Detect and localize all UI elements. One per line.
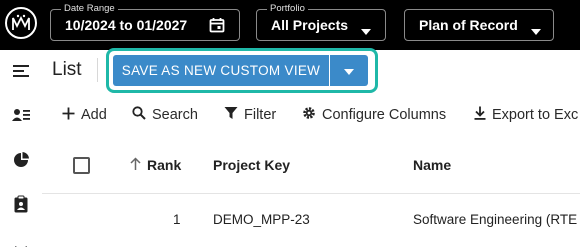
sort-arrow-icon bbox=[130, 157, 141, 173]
cell-rank: 1 bbox=[173, 212, 181, 227]
table-header-divider bbox=[42, 193, 580, 194]
logo-icon[interactable] bbox=[5, 7, 37, 39]
chevron-down-icon bbox=[531, 22, 541, 40]
configure-columns-label: Configure Columns bbox=[322, 107, 447, 123]
date-range-selector[interactable]: Date Range 10/2024 to 01/2027 bbox=[50, 2, 240, 41]
save-view-dropdown-button[interactable] bbox=[330, 55, 368, 86]
save-custom-view-button[interactable]: SAVE AS NEW CUSTOM VIEW bbox=[113, 55, 329, 86]
date-range-value: 10/2024 to 01/2027 bbox=[65, 17, 188, 33]
column-header-rank-label: Rank bbox=[147, 157, 182, 173]
export-button[interactable]: Export to Exc bbox=[474, 105, 578, 125]
cell-project-key[interactable]: DEMO_MPP-23 bbox=[213, 212, 310, 227]
plan-value: Plan of Record bbox=[419, 17, 518, 33]
calendar-icon[interactable] bbox=[209, 17, 225, 38]
chart-icon[interactable] bbox=[12, 151, 30, 169]
configure-columns-button[interactable]: Configure Columns bbox=[302, 105, 446, 125]
cell-name[interactable]: Software Engineering (RTE bbox=[413, 212, 577, 227]
add-button[interactable]: Add bbox=[62, 105, 107, 125]
column-header-name[interactable]: Name bbox=[413, 157, 451, 173]
column-header-project-key[interactable]: Project Key bbox=[213, 157, 290, 173]
plus-icon bbox=[62, 107, 81, 124]
chevron-down-icon bbox=[344, 62, 354, 80]
clipboard-icon[interactable] bbox=[12, 195, 30, 213]
more-icon[interactable] bbox=[12, 239, 30, 247]
portfolio-value: All Projects bbox=[271, 17, 349, 33]
gear-icon bbox=[302, 106, 322, 124]
header-divider bbox=[97, 58, 98, 82]
chevron-down-icon bbox=[361, 22, 371, 40]
portfolio-selector[interactable]: Portfolio All Projects bbox=[256, 2, 386, 41]
menu-icon[interactable] bbox=[12, 62, 30, 80]
column-header-rank[interactable]: Rank bbox=[130, 157, 181, 173]
filter-button[interactable]: Filter bbox=[224, 105, 276, 125]
filter-label: Filter bbox=[244, 107, 277, 123]
export-label: Export to Exc bbox=[492, 107, 579, 123]
sidebar bbox=[0, 50, 42, 247]
top-bar: Date Range 10/2024 to 01/2027 Portfolio … bbox=[0, 0, 580, 50]
add-label: Add bbox=[81, 107, 107, 123]
search-icon bbox=[132, 106, 152, 124]
people-list-icon[interactable] bbox=[12, 106, 30, 124]
select-all-checkbox[interactable] bbox=[73, 157, 90, 174]
download-icon bbox=[474, 106, 492, 124]
page-title: List bbox=[52, 59, 82, 80]
date-range-legend: Date Range bbox=[61, 2, 118, 16]
filter-icon bbox=[224, 106, 244, 124]
search-label: Search bbox=[152, 107, 198, 123]
portfolio-legend: Portfolio bbox=[267, 2, 308, 16]
plan-selector[interactable]: Plan of Record bbox=[404, 9, 554, 41]
search-button[interactable]: Search bbox=[132, 105, 198, 125]
